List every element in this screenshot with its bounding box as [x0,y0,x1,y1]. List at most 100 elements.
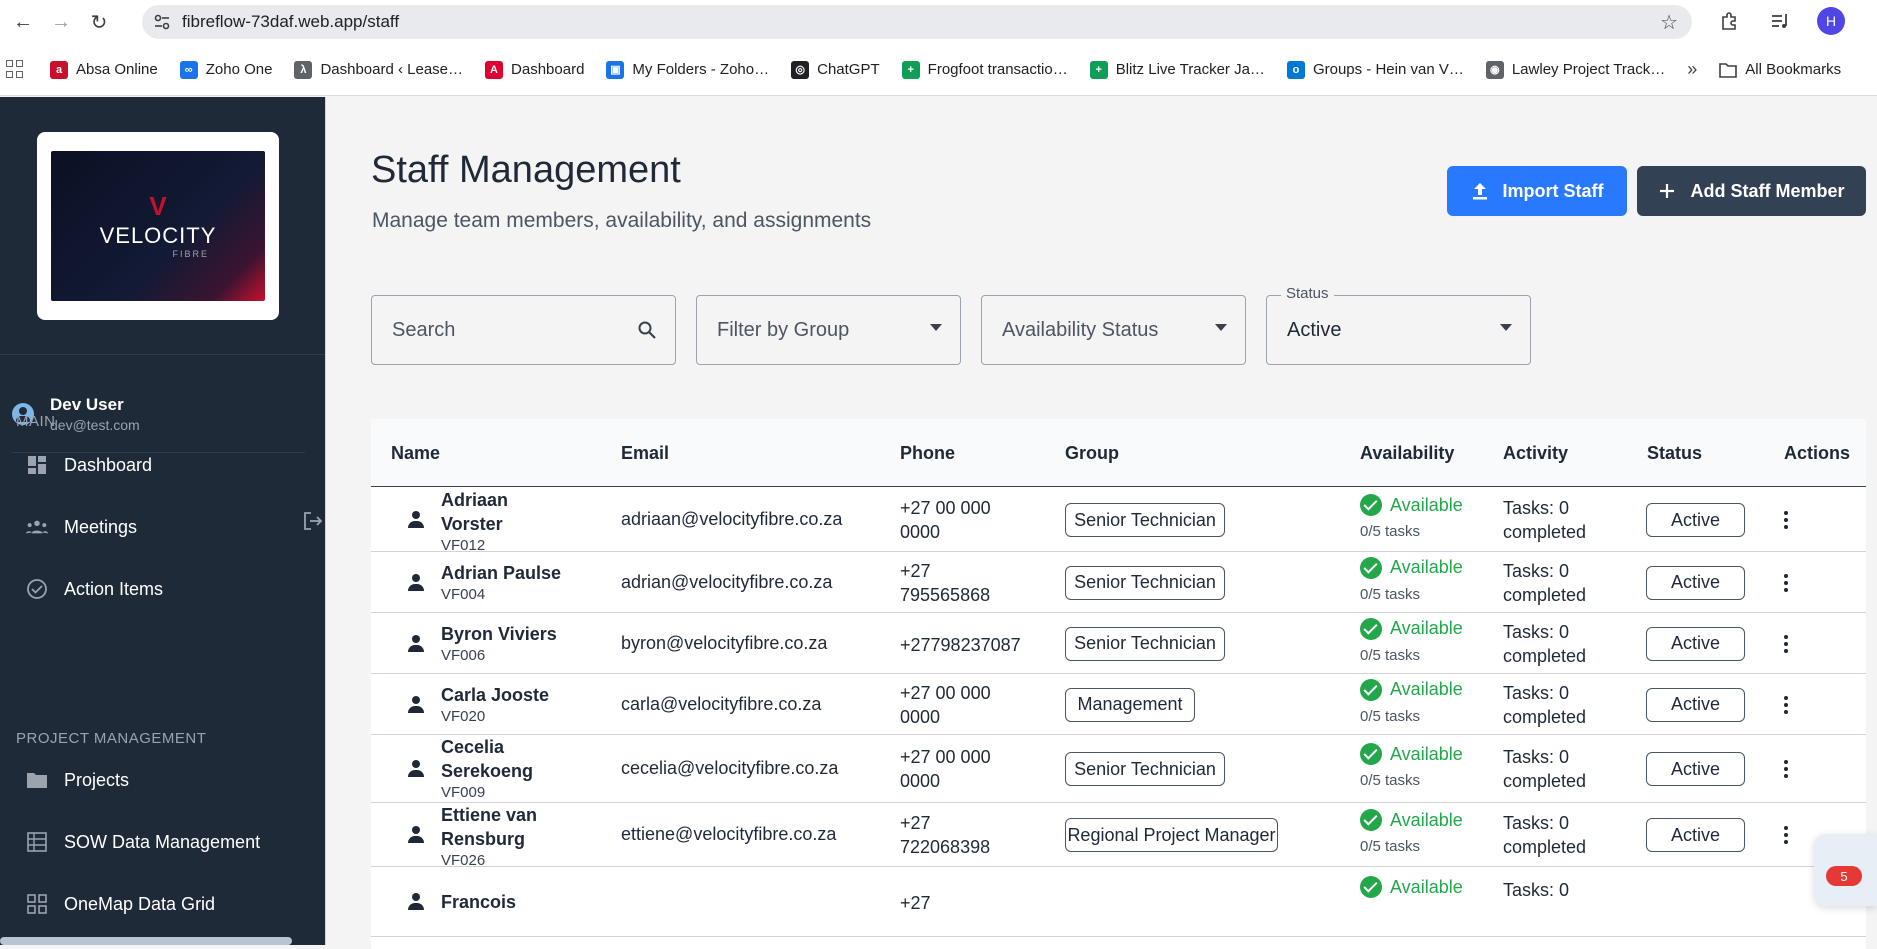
bookmark-item[interactable]: ◉ Lawley Project Track… [1485,60,1665,79]
sidebar-item-meetings[interactable]: Meetings [26,516,137,538]
bookmark-favicon-icon: o [1286,60,1305,79]
availability-filter-select[interactable]: Availability Status [981,295,1246,365]
bookmark-item[interactable]: a Absa Online [50,60,158,79]
staff-name-line2: Vorster [441,514,503,534]
all-bookmarks-folder[interactable]: All Bookmarks [1719,61,1841,78]
status-chip[interactable]: Active [1646,687,1745,722]
check-circle-icon [1360,494,1382,516]
address-bar[interactable]: fibreflow-73daf.web.app/staff ☆ [142,5,1692,39]
staff-phone-line2: 0000 [900,522,941,542]
staff-name: Ettiene van [441,805,538,825]
site-info-icon[interactable] [142,13,182,31]
group-chip[interactable]: Senior Technician [1065,565,1225,600]
column-header-group[interactable]: Group [1065,443,1119,464]
bookmark-item[interactable]: λ Dashboard ‹ Lease… [294,60,463,79]
search-input[interactable]: Search [371,295,676,365]
staff-email: cecelia@velocityfibre.co.za [621,758,839,778]
group-chip[interactable]: Management [1065,687,1195,722]
bookmark-label: ChatGPT [817,61,880,78]
reload-icon[interactable]: ↻ [84,7,114,37]
more-actions-icon[interactable] [1779,758,1793,780]
url-text[interactable]: fibreflow-73daf.web.app/staff [182,12,399,32]
divider [0,354,325,355]
status-chip[interactable]: Active [1646,752,1745,786]
sidebar-item-projects[interactable]: Projects [26,769,129,791]
media-control-icon[interactable] [1767,8,1793,34]
group-filter-select[interactable]: Filter by Group [696,295,961,365]
more-actions-icon[interactable] [1779,633,1793,655]
table-row[interactable]: Ettiene van Rensburg VF026 ettiene@velocity… [371,803,1866,869]
status-chip[interactable]: Active [1646,503,1745,537]
check-circle-icon [1360,743,1382,765]
logo-text: VELOCITY [99,223,217,248]
column-header-phone[interactable]: Phone [900,443,955,464]
table-row[interactable]: Adriaan Vorster VF012 adriaan@velocityfibre… [371,488,1866,554]
task-count: 0/5 tasks [1360,585,1421,603]
import-staff-button[interactable]: Import Staff [1447,166,1627,216]
table-row[interactable]: Adrian Paulse VF004 adrian@velocityfibre.c… [371,552,1866,613]
bookmark-item[interactable]: ∞ Zoho One [179,60,272,79]
activity-tasks: Tasks: 0 [1503,813,1570,833]
availability-status: Available [1360,494,1463,516]
sidebar-item-sow-data[interactable]: SOW Data Management [26,831,260,853]
group-chip[interactable]: Regional Project Manager [1065,818,1278,852]
sidebar-item-onemap[interactable]: OneMap Data Grid [26,893,215,915]
bookmarks-overflow-icon[interactable]: » [1687,59,1697,80]
bookmark-favicon-icon: ▣ [606,60,625,79]
activity-tasks: Tasks: 0 [1503,621,1570,642]
table-row[interactable]: Cecelia Serekoeng VF009 cecelia@velocityfib… [371,735,1866,803]
notification-widget[interactable]: 5 [1814,834,1877,906]
bookmark-star-icon[interactable]: ☆ [1660,10,1678,35]
bookmark-item[interactable]: o Groups - Hein van V… [1286,60,1464,79]
bookmark-item[interactable]: A Dashboard [485,60,584,79]
table-row[interactable]: Byron Viviers VF006 byron@velocityfibre.co… [371,613,1866,674]
table-row[interactable]: Francois +27 Available Tasks: 0 [371,867,1866,937]
more-actions-icon[interactable] [1779,694,1793,716]
status-filter-select[interactable]: Status Active [1266,285,1531,365]
table-row[interactable]: Carla Jooste VF020 carla@velocityfibre.co.… [371,674,1866,735]
column-header-activity[interactable]: Activity [1503,443,1568,464]
staff-name-line2: Serekoeng [441,761,534,781]
group-chip[interactable]: Senior Technician [1065,626,1225,661]
forward-icon[interactable]: → [46,7,76,37]
staff-phone: +27 00 000 [900,747,991,767]
staff-name: Adriaan [441,490,509,510]
group-chip[interactable]: Senior Technician [1065,752,1225,786]
group-chip[interactable]: Senior Technician [1065,503,1225,537]
extensions-icon[interactable] [1717,8,1743,34]
status-chip[interactable]: Active [1646,626,1745,661]
availability-status: Available [1360,556,1463,579]
person-icon [407,695,425,714]
sidebar-scrollbar[interactable] [0,937,292,945]
logo-subtext: FIBRE [172,249,209,259]
availability-status: Available [1360,743,1463,765]
table-icon [26,831,48,853]
sidebar-item-dashboard[interactable]: Dashboard [26,454,152,476]
add-staff-member-button[interactable]: Add Staff Member [1637,166,1866,216]
profile-avatar[interactable]: H [1817,7,1845,35]
column-header-availability[interactable]: Availability [1360,443,1454,464]
more-actions-icon[interactable] [1779,509,1793,531]
column-header-email[interactable]: Email [621,443,669,464]
availability-status: Available [1360,876,1463,898]
bookmark-item[interactable]: ◎ ChatGPT [791,60,880,79]
more-actions-icon[interactable] [1779,572,1793,594]
column-header-name[interactable]: Name [391,443,440,464]
apps-grid-icon[interactable] [6,59,26,80]
search-icon [638,321,656,339]
column-header-status[interactable]: Status [1647,443,1702,464]
staff-phone: +27 [900,560,931,581]
search-placeholder: Search [392,318,456,341]
bookmark-item[interactable]: + Frogfoot transactio… [901,60,1068,79]
bookmark-item[interactable]: ▣ My Folders - Zoho… [606,60,770,79]
bookmark-label: My Folders - Zoho… [632,61,770,78]
sidebar-item-action-items[interactable]: Action Items [26,578,163,600]
back-icon[interactable]: ← [8,7,38,37]
company-logo: V VELOCITY FIBRE [37,132,279,320]
bookmark-item[interactable]: + Blitz Live Tracker Ja… [1089,60,1265,79]
staff-name: Adrian Paulse [441,562,562,583]
more-actions-icon[interactable] [1779,824,1793,846]
status-chip[interactable]: Active [1646,565,1745,600]
status-chip[interactable]: Active [1646,818,1745,852]
logout-icon[interactable] [302,510,324,532]
